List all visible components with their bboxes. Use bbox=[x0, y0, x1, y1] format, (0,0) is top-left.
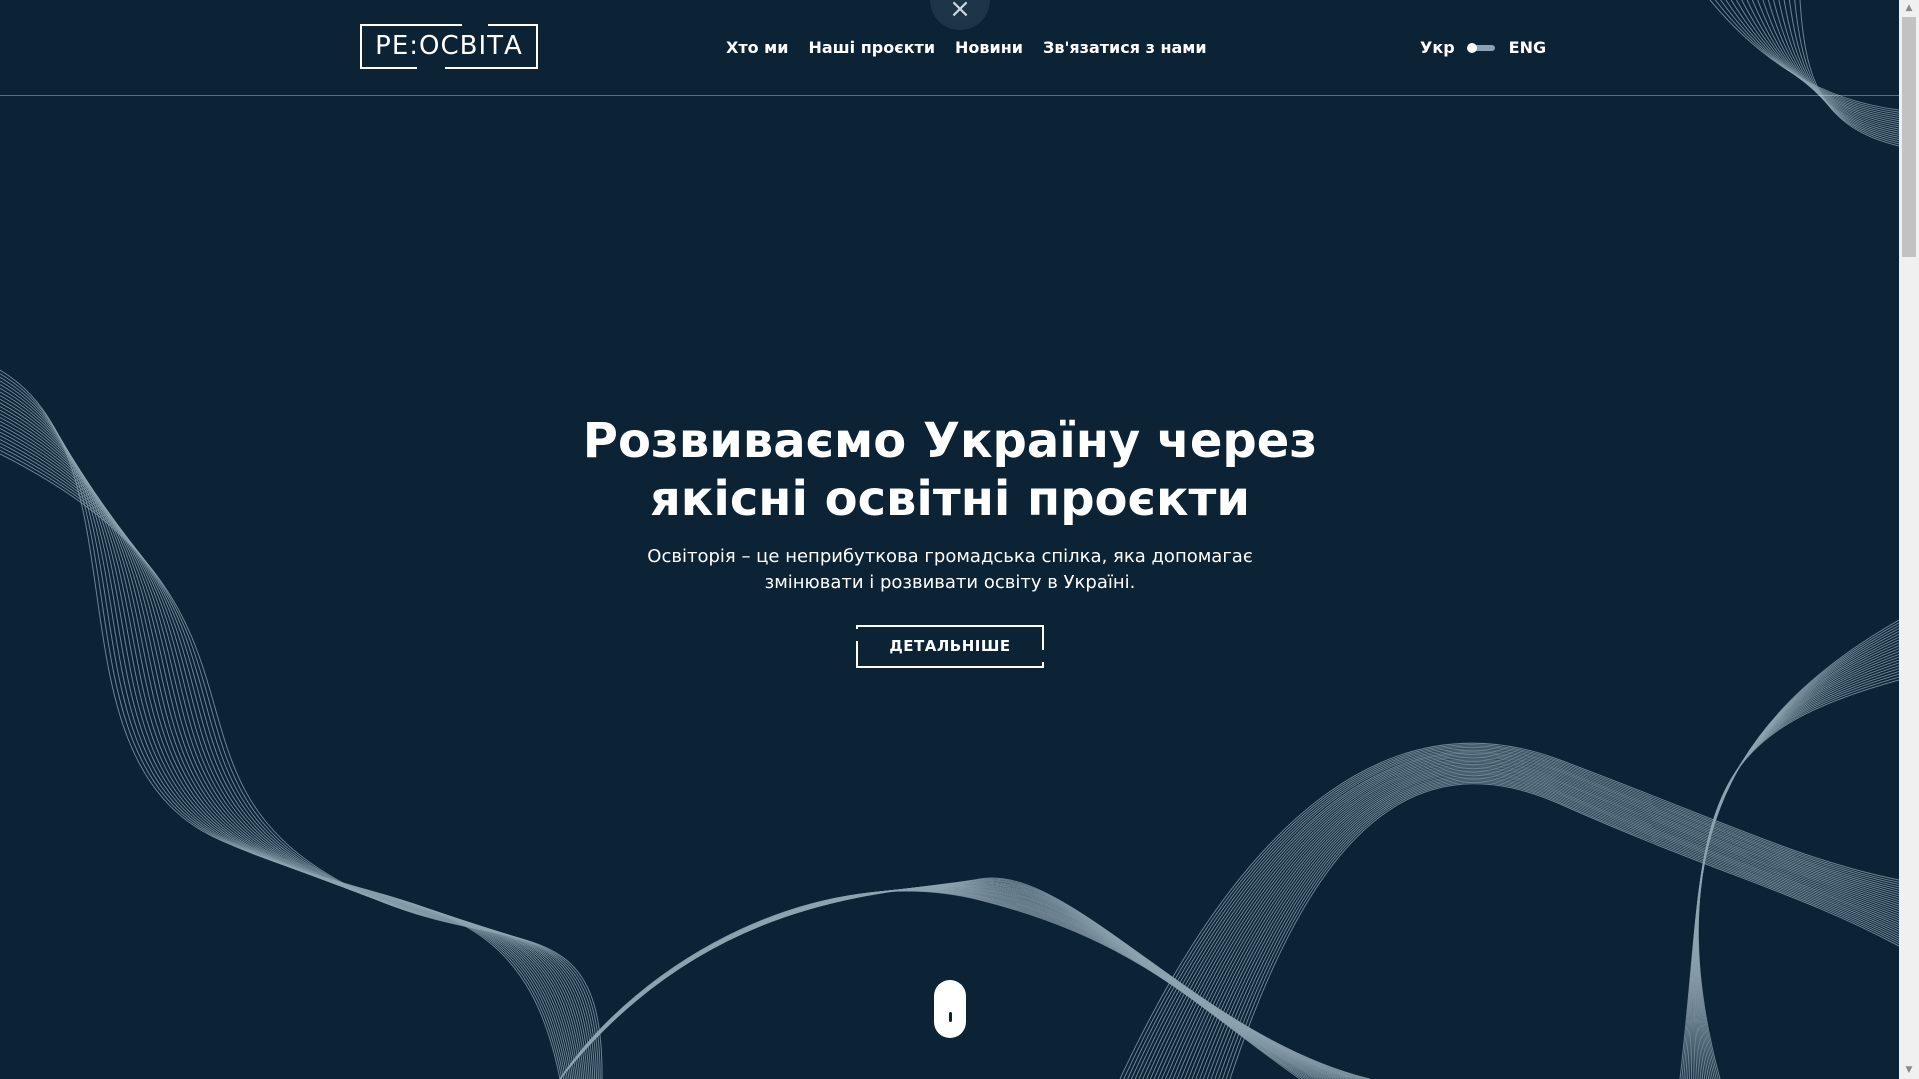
site-header: РЕ:ОСВІТА × Хто ми Наші проєкти Новини З… bbox=[0, 0, 1899, 96]
scroll-down-mouse-icon[interactable] bbox=[934, 980, 966, 1038]
wave-line bbox=[1149, 753, 1899, 1079]
nav-item-news[interactable]: Новини bbox=[955, 38, 1023, 57]
hero-subtitle-line2: змінювати і розвивати освіту в Україні. bbox=[764, 572, 1136, 593]
wave-line bbox=[1685, 670, 1899, 1079]
wave-line bbox=[0, 431, 592, 1079]
wave-line bbox=[1146, 752, 1899, 1079]
wave-line bbox=[1221, 780, 1899, 1079]
wave-line bbox=[0, 424, 588, 1079]
hero-title-line1: Розвиваємо Україну через bbox=[582, 413, 1318, 469]
lang-ua-label[interactable]: Укр bbox=[1420, 38, 1455, 57]
wave-line bbox=[1195, 770, 1899, 1079]
wave-line bbox=[1687, 668, 1899, 1079]
wave-line bbox=[0, 435, 594, 1079]
site-logo[interactable]: РЕ:ОСВІТА bbox=[360, 22, 538, 71]
toggle-knob bbox=[1466, 42, 1477, 53]
wave-line bbox=[559, 889, 1311, 1079]
wave-line bbox=[559, 890, 1306, 1079]
wave-line bbox=[0, 409, 581, 1079]
wave-line bbox=[0, 438, 596, 1079]
wave-line bbox=[0, 442, 598, 1079]
wave-line bbox=[0, 449, 601, 1079]
hero-title: Розвиваємо Україну через якісні освітні … bbox=[560, 412, 1340, 528]
wave-line bbox=[1153, 755, 1899, 1079]
wave-line bbox=[0, 453, 603, 1079]
wave-line bbox=[1202, 773, 1899, 1079]
wave-line bbox=[559, 878, 1368, 1079]
hero-title-line2: якісні освітні проєкти bbox=[649, 471, 1251, 527]
wave-line bbox=[1210, 776, 1899, 1079]
language-switcher: Укр ENG bbox=[1420, 38, 1546, 57]
logo-text: РЕ:ОСВІТА bbox=[375, 31, 523, 61]
wave-line bbox=[1161, 758, 1899, 1079]
browser-scrollbar[interactable]: ▲ ▼ bbox=[1899, 0, 1919, 1079]
nav-item-about[interactable]: Хто ми bbox=[726, 38, 788, 57]
scroll-up-arrow-icon[interactable]: ▲ bbox=[1899, 0, 1919, 17]
nav-item-projects[interactable]: Наші проєкти bbox=[808, 38, 935, 57]
wave-line bbox=[0, 427, 590, 1079]
mouse-wheel bbox=[949, 1012, 952, 1022]
page: РЕ:ОСВІТА × Хто ми Наші проєкти Новини З… bbox=[0, 0, 1899, 1079]
nav-item-contact[interactable]: Зв'язатися з нами bbox=[1043, 38, 1207, 57]
scroll-down-arrow-icon[interactable]: ▼ bbox=[1899, 1062, 1919, 1079]
details-button[interactable]: ДЕТАЛЬНІШЕ bbox=[854, 625, 1046, 668]
wave-line bbox=[1229, 783, 1899, 1079]
wave-line bbox=[559, 890, 1303, 1079]
wave-line bbox=[1184, 766, 1899, 1079]
hero-section: Розвиваємо Україну через якісні освітні … bbox=[560, 412, 1340, 596]
wave-line bbox=[0, 446, 599, 1079]
scrollbar-thumb[interactable] bbox=[1902, 17, 1916, 257]
main-nav: Хто ми Наші проєкти Новини Зв'язатися з … bbox=[726, 38, 1207, 57]
wave-line bbox=[0, 413, 583, 1079]
details-button-label: ДЕТАЛЬНІШЕ bbox=[889, 637, 1011, 655]
wave-line bbox=[1165, 759, 1899, 1079]
lang-en-label[interactable]: ENG bbox=[1509, 38, 1546, 57]
hero-subtitle: Освіторія – це неприбуткова громадська с… bbox=[640, 544, 1260, 596]
wave-line bbox=[1168, 760, 1899, 1079]
language-toggle[interactable] bbox=[1466, 42, 1495, 53]
wave-line bbox=[1180, 765, 1899, 1079]
hero-subtitle-line1: Освіторія – це неприбуткова громадська с… bbox=[647, 546, 1253, 567]
close-icon[interactable]: × bbox=[930, 0, 990, 30]
